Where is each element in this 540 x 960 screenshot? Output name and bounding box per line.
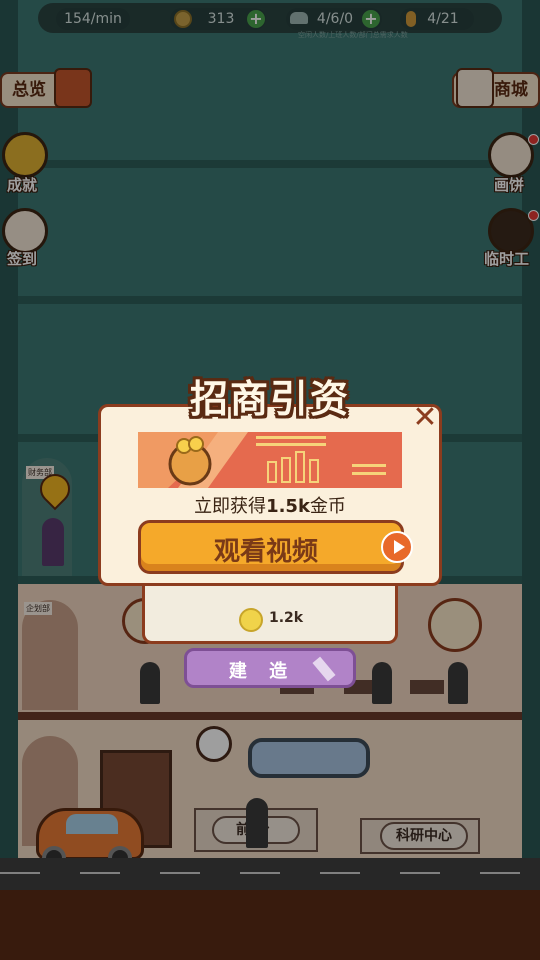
play-icon[interactable]	[381, 531, 413, 563]
popup-title: 招商引资	[189, 377, 350, 421]
reward-text: 立即获得1.5k金币	[98, 492, 442, 518]
reward-amount: 1.5k	[266, 496, 310, 517]
coin-icon	[239, 608, 263, 632]
build-cost: 1.2k	[269, 610, 304, 626]
reward-suffix: 金币	[309, 496, 346, 517]
build-button[interactable]: 建 造	[184, 648, 356, 688]
reward-banner	[138, 432, 402, 488]
watch-video-label: 观看视频	[213, 537, 318, 567]
build-panel: 1.2k	[142, 586, 398, 644]
reward-prefix: 立即获得	[194, 496, 267, 517]
close-icon[interactable]: ✕	[410, 403, 440, 434]
banner-illustration	[138, 432, 386, 488]
watch-video-button[interactable]: 观看视频	[138, 520, 404, 574]
